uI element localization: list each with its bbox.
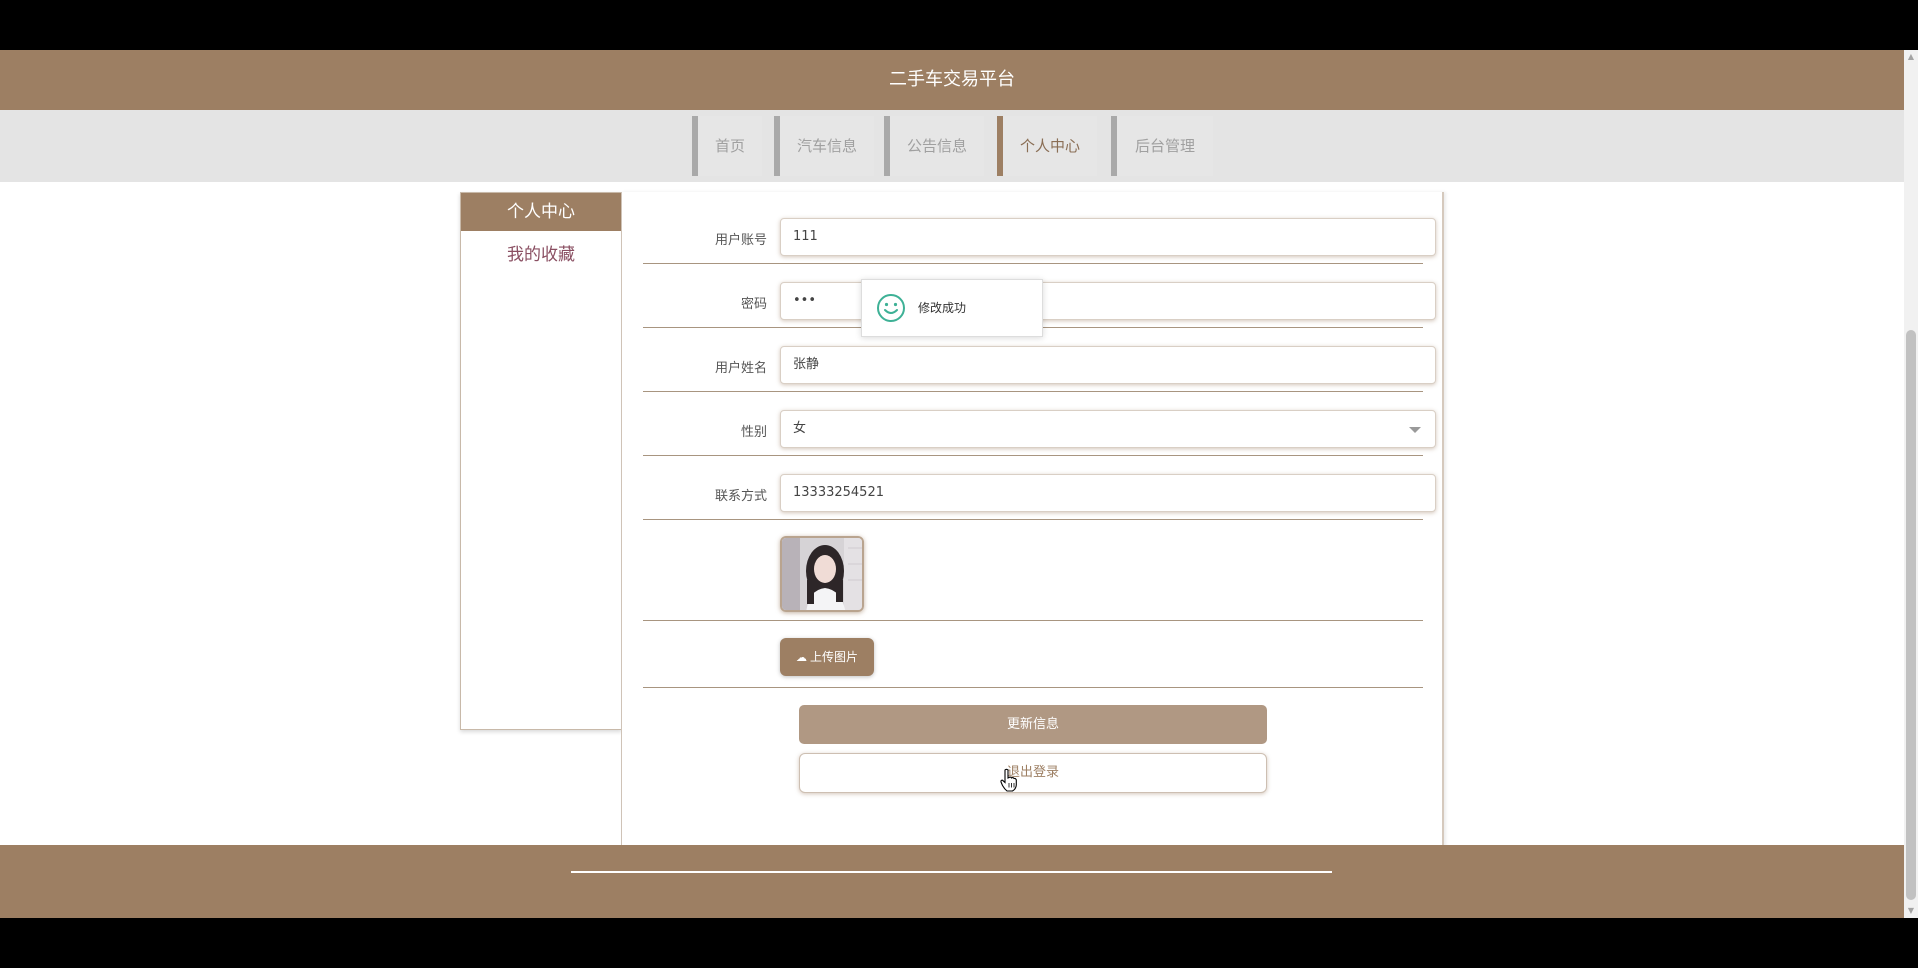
site-header: 二手车交易平台: [0, 50, 1904, 110]
name-input[interactable]: 张静: [780, 346, 1436, 384]
nav-admin-label: 后台管理: [1134, 137, 1195, 155]
phone-input[interactable]: 13333254521: [780, 474, 1436, 512]
upload-image-label: 上传图片: [809, 650, 858, 664]
nav-announcements[interactable]: 公告信息: [884, 116, 984, 176]
smile-icon: [877, 294, 905, 322]
nav-home[interactable]: 首页: [692, 116, 762, 176]
scrollbar-thumb[interactable]: [1906, 330, 1916, 900]
nav-announcements-label: 公告信息: [906, 137, 967, 155]
toast-message: 修改成功: [918, 301, 967, 315]
cloud-upload-icon: ☁: [795, 651, 807, 664]
phone-label: 联系方式: [714, 489, 767, 504]
site-title: 二手车交易平台: [889, 69, 1015, 90]
name-label: 用户姓名: [714, 361, 767, 376]
sidebar-item-favorites[interactable]: 我的收藏: [461, 240, 621, 265]
form-row-gender: 性别 女: [643, 392, 1436, 456]
update-info-button[interactable]: 更新信息: [799, 705, 1267, 744]
form-row-account: 用户账号 111: [643, 192, 1436, 264]
gender-select-value: 女: [793, 421, 807, 436]
footer-divider: [571, 871, 1332, 873]
nav-car-info-label: 汽车信息: [796, 137, 857, 155]
nav-personal-center-label: 个人中心: [1019, 137, 1080, 155]
success-toast: 修改成功: [861, 279, 1043, 337]
site-footer: [0, 845, 1904, 918]
hand-cursor-icon: [1000, 768, 1017, 792]
form-row-name: 用户姓名 张静: [643, 328, 1436, 392]
nav-car-info[interactable]: 汽车信息: [774, 116, 874, 176]
main-nav: 首页 汽车信息 公告信息 个人中心 后台管理: [0, 110, 1904, 182]
scroll-down-arrow-icon[interactable]: ▼: [1904, 904, 1918, 918]
scroll-up-arrow-icon[interactable]: ▲: [1904, 50, 1918, 64]
chevron-down-icon: [1409, 427, 1421, 433]
update-info-label: 更新信息: [1006, 717, 1059, 732]
avatar: [780, 536, 864, 612]
vertical-scrollbar[interactable]: ▲ ▼: [1904, 50, 1918, 918]
upload-image-button[interactable]: ☁ 上传图片: [780, 638, 874, 676]
nav-admin[interactable]: 后台管理: [1111, 116, 1213, 176]
gender-label: 性别: [740, 425, 767, 440]
account-label: 用户账号: [714, 233, 767, 248]
nav-home-label: 首页: [714, 137, 745, 155]
nav-personal-center[interactable]: 个人中心: [997, 116, 1097, 176]
gender-select[interactable]: 女: [780, 410, 1436, 448]
password-label: 密码: [740, 297, 767, 312]
sidebar: 个人中心 我的收藏: [460, 192, 622, 730]
account-input[interactable]: 111: [780, 218, 1436, 256]
sidebar-title: 个人中心: [461, 193, 621, 231]
avatar-photo: [782, 538, 862, 610]
browser-viewport: 二手车交易平台 首页 汽车信息 公告信息 个人中心 后台管理 个人中心 我的收藏…: [0, 50, 1918, 918]
form-row-upload: ☁ 上传图片: [643, 621, 1423, 688]
form-row-phone: 联系方式 13333254521: [643, 456, 1436, 520]
logout-button[interactable]: 退出登录: [799, 753, 1267, 793]
form-row-avatar: [643, 520, 1423, 621]
